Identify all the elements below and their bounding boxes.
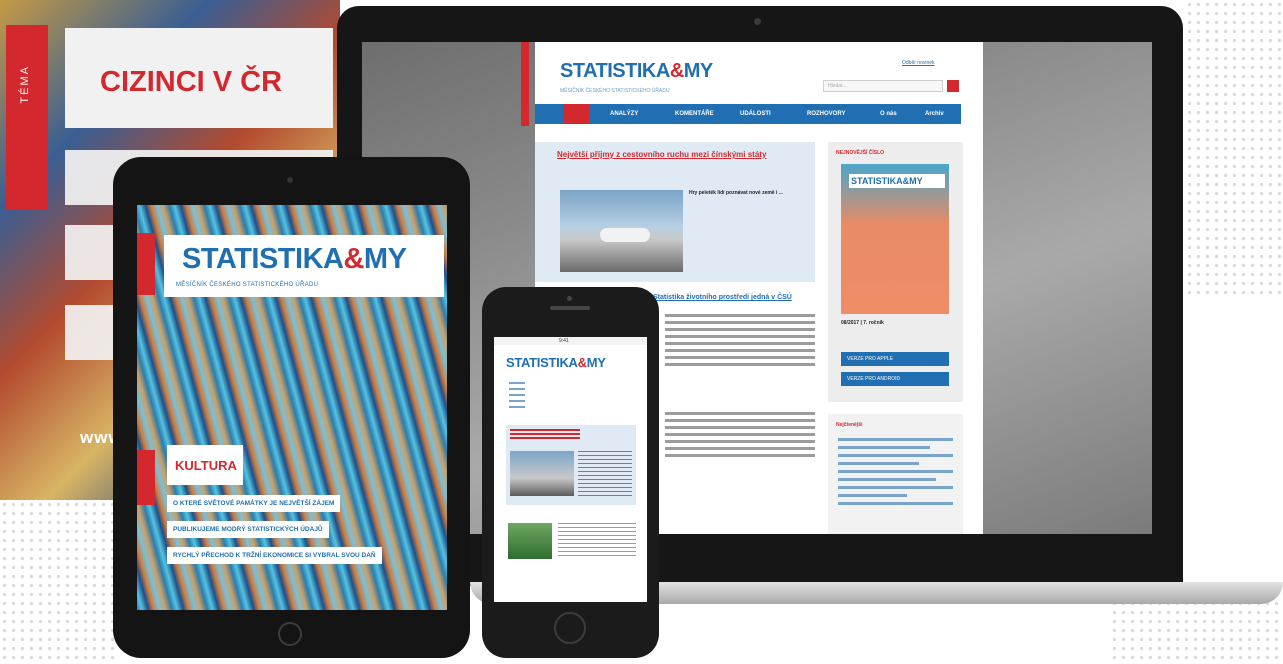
section-title[interactable]: Statistika životního prostředí jedná v Č… — [653, 294, 792, 301]
nav-item-udalosti[interactable]: UDÁLOSTI — [740, 111, 771, 117]
magazine-title: CIZINCI V ČR — [100, 66, 283, 98]
article-text-lines-2 — [665, 412, 815, 461]
tablet-camera — [287, 177, 293, 183]
tablet-red-strip — [137, 233, 155, 295]
tablet-logo-box: STATISTIKA&MY MĚSÍČNÍK ČESKÉHO STATISTIC… — [164, 235, 444, 297]
tablet-section-box: KULTURA — [167, 445, 243, 485]
android-version-button[interactable]: VERZE PRO ANDROID — [841, 372, 949, 386]
featured-headline[interactable]: Největší příjmy z cestovního ruchu mezi … — [557, 150, 807, 159]
tablet-headline-3[interactable]: RYCHLÝ PŘECHOD K TRŽNÍ EKONOMICE SI VYBR… — [167, 547, 382, 564]
magazine-title-box: CIZINCI V ČR — [65, 28, 333, 128]
apple-version-button[interactable]: VERZE PRO APPLE — [841, 352, 949, 366]
phone-featured-article[interactable] — [506, 425, 636, 505]
phone-article[interactable] — [506, 517, 636, 567]
tablet-headline-1[interactable]: O KTERÉ SVĚTOVÉ PAMÁTKY JE NEJVĚTŠÍ ZÁJE… — [167, 495, 341, 512]
tablet-subtitle: MĚSÍČNÍK ČESKÉHO STATISTICKÉHO ÚŘADU — [176, 282, 319, 288]
phone-status-bar: 9:41 — [494, 337, 647, 345]
latest-issue-label: NEJNOVĚJŠÍ ČÍSLO — [836, 150, 885, 156]
phone-time: 9:41 — [559, 338, 569, 344]
featured-text: Hry peleték lidí poznávat nové země i ..… — [689, 190, 783, 196]
nav-item-analyzy[interactable]: ANALÝZY — [610, 111, 638, 117]
nav-item-archiv[interactable]: Archiv — [925, 111, 944, 117]
phone-featured-headline[interactable] — [510, 429, 580, 439]
phone-article-text — [558, 523, 636, 559]
site-logo[interactable]: STATISTIKA&MY — [560, 60, 713, 83]
dot-pattern-bottom-left — [0, 500, 115, 664]
phone-logo[interactable]: STATISTIKA&MY — [506, 355, 606, 370]
phone-screen: 9:41 STATISTIKA&MY — [494, 337, 647, 602]
nav-item-komentare[interactable]: KOMENTÁŘE — [675, 111, 714, 117]
tablet-section-strip — [137, 450, 155, 505]
phone-featured-image[interactable] — [510, 451, 574, 496]
phone-featured-text — [578, 451, 632, 496]
most-read-links[interactable] — [838, 438, 953, 510]
tablet-screen: STATISTIKA&MY MĚSÍČNÍK ČESKÉHO STATISTIC… — [137, 205, 447, 610]
most-read-label: Nejčtenější — [836, 422, 863, 428]
latest-issue-cover[interactable]: STATISTIKA&MY — [841, 164, 949, 314]
most-read-panel: Nejčtenější — [828, 414, 963, 534]
featured-image[interactable] — [560, 190, 683, 272]
newsletter-link[interactable]: Odběr novinek — [902, 60, 935, 66]
search-button[interactable] — [947, 80, 959, 92]
phone-camera — [567, 296, 572, 301]
article-text-lines — [665, 314, 815, 370]
dot-pattern-top-right — [1185, 0, 1283, 300]
main-nav: ANALÝZY KOMENTÁŘE UDÁLOSTI ROZHOVORY O n… — [535, 104, 961, 124]
phone-article-image[interactable] — [508, 523, 552, 559]
laptop-screen: STATISTIKA&MY MĚSÍČNÍK ČESKÉHO STATISTIC… — [362, 42, 1152, 534]
latest-issue-panel: NEJNOVĚJŠÍ ČÍSLO STATISTIKA&MY 08/2017 |… — [828, 142, 963, 402]
site-red-bar — [521, 42, 529, 126]
nav-item-rozhovory[interactable]: ROZHOVORY — [807, 111, 845, 117]
tablet-home-button[interactable] — [278, 622, 302, 646]
phone-speaker — [550, 306, 590, 310]
tablet-section-label: KULTURA — [175, 458, 237, 473]
nav-item-o-nas[interactable]: O nás — [880, 111, 897, 117]
tablet-logo: STATISTIKA&MY — [182, 243, 407, 275]
laptop-camera — [754, 18, 761, 25]
phone-menu-icon[interactable] — [509, 382, 525, 412]
home-icon[interactable] — [563, 104, 589, 124]
tema-strip: TÉMA — [6, 25, 48, 210]
phone-home-button[interactable] — [554, 612, 586, 644]
tablet-headline-2[interactable]: PUBLIKUJEME MODRÝ STATISTICKÝCH ÚDAJŮ — [167, 521, 329, 538]
tema-label: TÉMA — [19, 65, 31, 104]
search-input[interactable]: Hledat... — [823, 80, 943, 92]
cover-logo: STATISTIKA&MY — [849, 174, 945, 188]
issue-number: 08/2017 | 7. ročník — [841, 320, 884, 326]
site-subtitle: MĚSÍČNÍK ČESKÉHO STATISTICKÉHO ÚŘADU — [560, 88, 670, 94]
